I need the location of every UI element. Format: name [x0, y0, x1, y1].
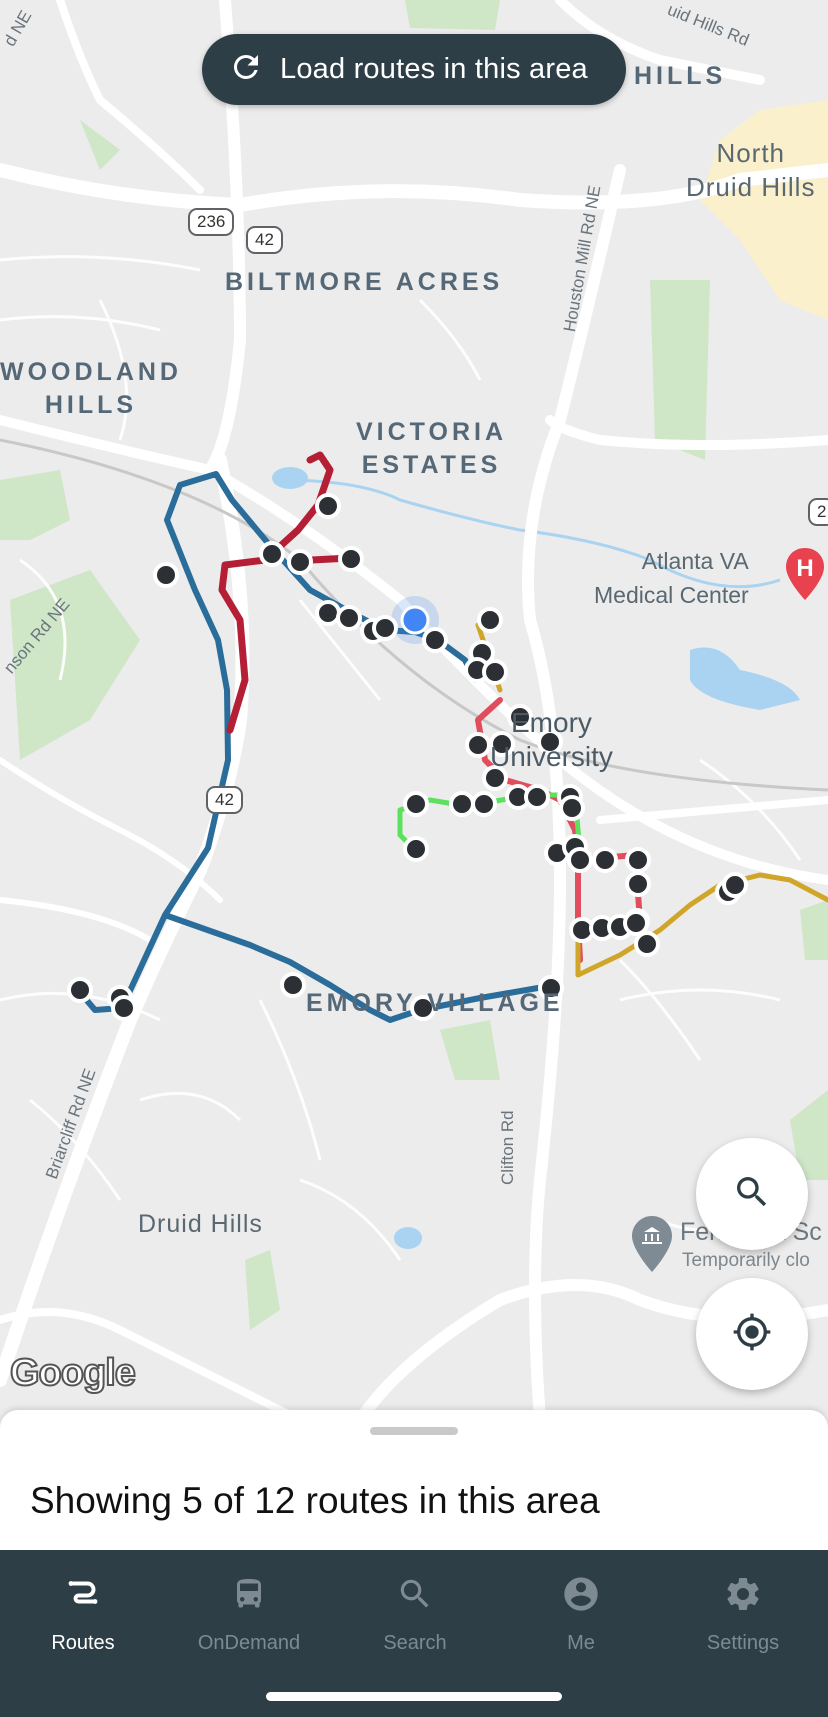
area-label-north-druid-hills: North Druid Hills [686, 138, 816, 202]
route-shield-42: 42 [246, 226, 283, 254]
google-attribution: Google [9, 1351, 137, 1395]
tab-search[interactable]: Search [332, 1550, 498, 1670]
area-label-druid-hills: Druid Hills [138, 1210, 263, 1238]
bus-stop-marker[interactable] [111, 995, 137, 1021]
bus-stop-marker[interactable] [567, 847, 593, 873]
bus-stop-marker[interactable] [315, 600, 341, 626]
poi-fernbank-status: Temporarily clo [682, 1250, 810, 1271]
bus-stop-marker[interactable] [67, 977, 93, 1003]
road-label-clifton: Clifton Rd [498, 1110, 517, 1185]
routes-layer [75, 451, 828, 1023]
load-routes-label: Load routes in this area [280, 53, 588, 85]
bus-stop-marker[interactable] [280, 972, 306, 998]
user-location-dot [400, 605, 430, 635]
tab-label: Search [383, 1632, 447, 1654]
app-root: HILLS North Druid Hills BILTMORE ACRES W… [0, 0, 828, 1717]
bus-stop-marker[interactable] [315, 493, 341, 519]
bus-stop-marker[interactable] [338, 546, 364, 572]
park-area [0, 470, 70, 540]
gear-icon [723, 1570, 763, 1618]
park-area [440, 1020, 500, 1080]
bus-stop-marker[interactable] [153, 562, 179, 588]
park-area [800, 900, 828, 960]
tab-label: Routes [51, 1632, 115, 1654]
bus-stop-marker[interactable] [372, 615, 398, 641]
tab-settings[interactable]: Settings [660, 1550, 826, 1670]
area-label-emory-village: EMORY VILLAGE [306, 989, 564, 1017]
hospital-icon: H [786, 548, 824, 605]
park-area [80, 120, 120, 170]
routes-bottom-sheet[interactable]: Showing 5 of 12 routes in this area [0, 1410, 828, 1550]
pond [394, 1227, 422, 1249]
museum-icon [632, 1216, 672, 1277]
map-view[interactable]: HILLS North Druid Hills BILTMORE ACRES W… [0, 0, 828, 1420]
bottom-tab-bar: Routes OnDemand Search Me Settings [0, 1550, 828, 1717]
route-shield-2: 2 [808, 498, 828, 526]
routes-summary-text: Showing 5 of 12 routes in this area [30, 1480, 600, 1521]
poi-atlanta-va-medical-center[interactable]: Atlanta VA Medical Center [594, 544, 749, 612]
bus-stop-marker[interactable] [287, 549, 313, 575]
area-label-biltmore-acres: BILTMORE ACRES [225, 268, 504, 296]
bus-stop-marker[interactable] [634, 931, 660, 957]
search-icon [732, 1172, 772, 1217]
bus-stop-marker[interactable] [259, 541, 285, 567]
routes-icon [65, 1570, 101, 1618]
bus-stop-marker[interactable] [722, 872, 748, 898]
park-area [650, 280, 710, 460]
tab-ondemand[interactable]: OnDemand [166, 1550, 332, 1670]
park-area [10, 570, 140, 760]
area-label-emory-university: Emory University [490, 707, 613, 772]
load-routes-button[interactable]: Load routes in this area [202, 34, 626, 105]
tab-label: Settings [706, 1632, 780, 1654]
bus-stop-marker[interactable] [625, 871, 651, 897]
home-indicator [266, 1692, 562, 1701]
bus-stop-marker[interactable] [482, 659, 508, 685]
district-area [700, 100, 828, 320]
bus-stop-marker[interactable] [471, 791, 497, 817]
sheet-drag-handle[interactable] [370, 1427, 458, 1435]
bus-stop-marker[interactable] [403, 791, 429, 817]
my-location-icon [732, 1312, 772, 1357]
bus-icon [231, 1570, 267, 1618]
bus-stop-marker[interactable] [403, 836, 429, 862]
refresh-icon [228, 49, 264, 90]
map-search-button[interactable] [696, 1138, 808, 1250]
svg-text:H: H [796, 555, 813, 582]
bus-stop-marker[interactable] [592, 847, 618, 873]
search-icon [396, 1570, 434, 1618]
park-area [405, 0, 500, 30]
bus-stop-marker[interactable] [422, 627, 448, 653]
area-label-hills: HILLS [634, 62, 727, 90]
route-shield-236: 236 [188, 208, 235, 236]
bus-stop-marker[interactable] [625, 847, 651, 873]
route-shield-42: 42 [206, 786, 243, 814]
tab-label: OnDemand [197, 1632, 301, 1654]
bus-stop-marker[interactable] [336, 605, 362, 631]
bus-stop-marker[interactable] [559, 795, 585, 821]
tab-routes[interactable]: Routes [0, 1550, 166, 1670]
bus-stop-marker[interactable] [524, 784, 550, 810]
area-label-victoria-estates: VICTORIA ESTATES [356, 418, 507, 479]
account-icon [561, 1570, 601, 1618]
bus-stop-marker[interactable] [477, 607, 503, 633]
tab-label: Me [567, 1632, 595, 1654]
my-location-button[interactable] [696, 1278, 808, 1390]
area-label-woodland-hills: WOODLAND HILLS [0, 358, 182, 419]
bus-stop-marker[interactable] [623, 910, 649, 936]
park-area [245, 1250, 280, 1330]
lake [690, 647, 800, 710]
bus-stop-marker[interactable] [449, 791, 475, 817]
pond [272, 467, 308, 489]
bus-stop-marker[interactable] [465, 732, 491, 758]
tab-me[interactable]: Me [498, 1550, 664, 1670]
